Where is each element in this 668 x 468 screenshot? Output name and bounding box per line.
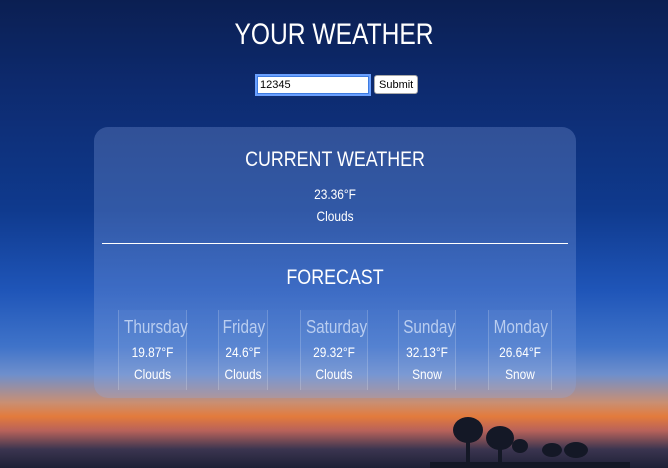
forecast-day-description: Clouds — [224, 366, 262, 382]
forecast-day-description: Clouds — [133, 366, 172, 382]
zip-form: Submit — [255, 73, 419, 96]
forecast-day-temp: 26.64°F — [499, 344, 541, 360]
forecast-day-temp: 24.6°F — [225, 344, 261, 360]
forecast-title: FORECAST — [286, 266, 384, 289]
forecast-day-temp: 32.13°F — [406, 344, 448, 360]
forecast-day-description: Snow — [505, 366, 535, 382]
current-weather-title: CURRENT WEATHER — [245, 148, 425, 171]
weather-card: CURRENT WEATHER 23.36°F Clouds FORECAST … — [94, 127, 576, 398]
current-description: Clouds — [316, 208, 354, 224]
forecast-day-name: Thursday — [124, 317, 188, 337]
divider — [102, 243, 568, 244]
forecast-day-temp: 29.32°F — [313, 344, 355, 360]
trees-silhouette — [430, 417, 630, 468]
current-temperature: 23.36°F — [314, 186, 356, 202]
forecast-day: Friday 24.6°F Clouds — [218, 310, 268, 390]
forecast-day-name: Friday — [222, 317, 266, 337]
forecast-day: Saturday 29.32°F Clouds — [300, 310, 368, 390]
forecast-day-name: Monday — [493, 317, 549, 337]
forecast-day: Monday 26.64°F Snow — [488, 310, 552, 390]
submit-button[interactable]: Submit — [374, 75, 419, 94]
page-title: YOUR WEATHER — [234, 18, 434, 51]
forecast-day-name: Saturday — [305, 317, 368, 337]
forecast-day: Sunday 32.13°F Snow — [398, 310, 456, 390]
forecast-day: Thursday 19.87°F Clouds — [118, 310, 188, 390]
forecast-day-description: Clouds — [315, 366, 353, 382]
forecast-day-temp: 19.87°F — [131, 344, 174, 360]
zip-input[interactable] — [255, 73, 371, 96]
forecast-day-name: Sunday — [403, 317, 456, 337]
forecast-day-description: Snow — [412, 366, 442, 382]
